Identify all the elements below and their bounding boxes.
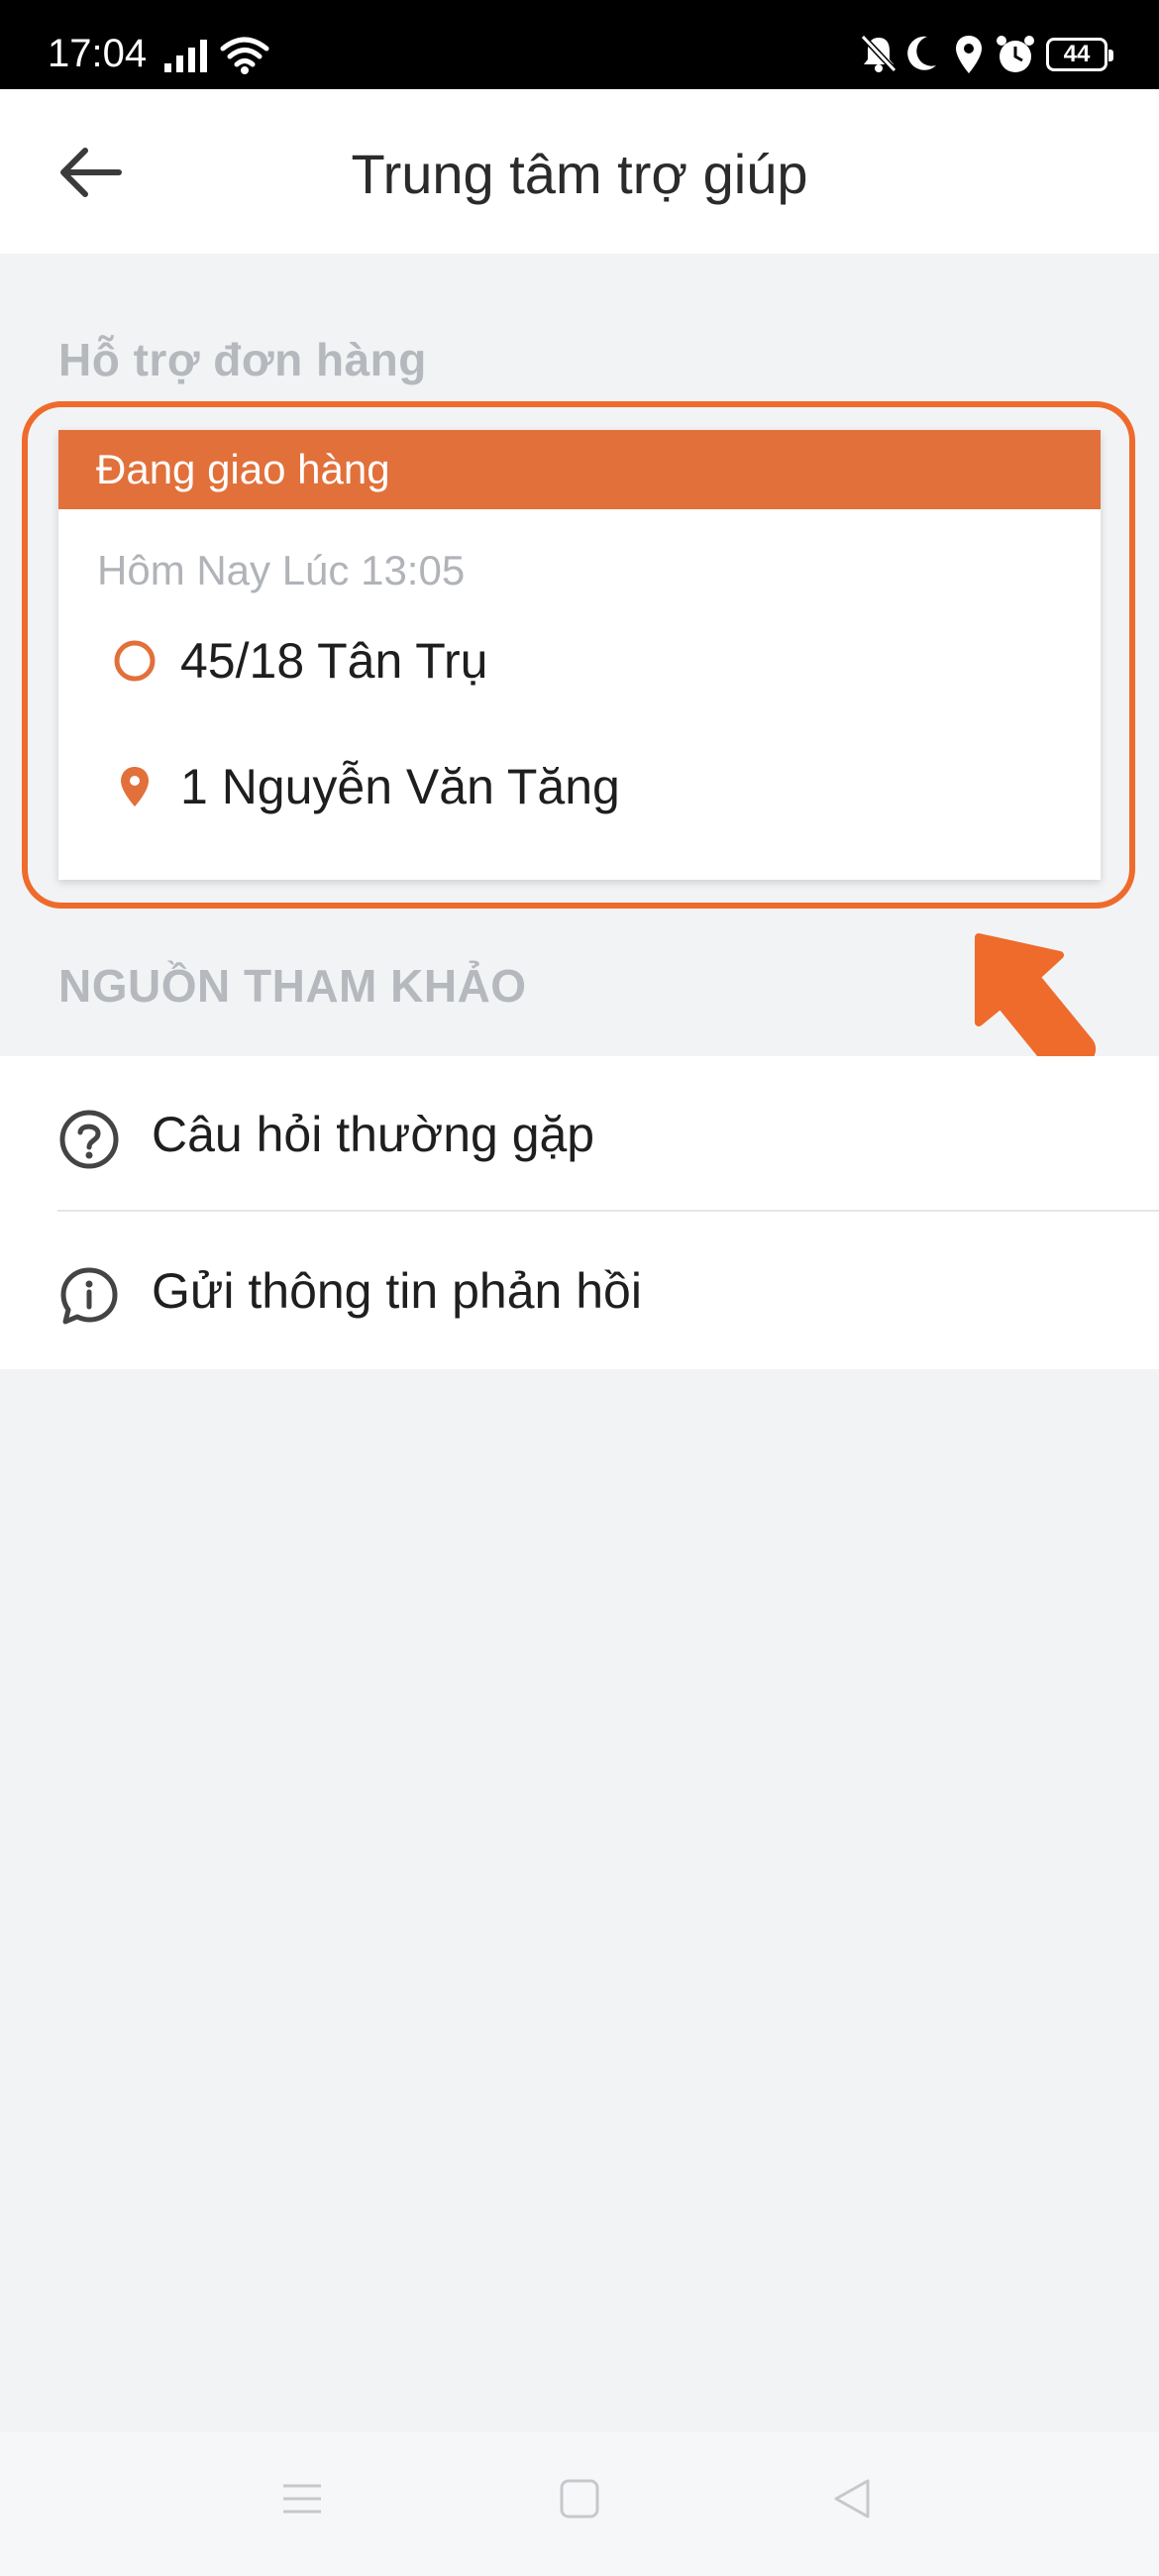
divider: [57, 1210, 1159, 1212]
order-time: Hôm Nay Lúc 13:05: [97, 547, 466, 593]
home-icon[interactable]: [557, 2476, 602, 2522]
list-item-label: Câu hỏi thường gặp: [152, 1107, 595, 1162]
alarm-icon: [997, 36, 1034, 72]
order-support-section-title: Hỗ trợ đơn hàng: [58, 334, 427, 385]
menu-icon[interactable]: [279, 2476, 325, 2522]
location-pin-icon: [113, 762, 157, 811]
references-list: Câu hỏi thường gặp Gửi thông tin phản hồ…: [0, 1056, 1159, 1369]
list-item-label: Gửi thông tin phản hồi: [152, 1263, 642, 1319]
dropoff-row: 1 Nguyễn Văn Tăng: [113, 757, 620, 816]
origin-circle-icon: [113, 636, 157, 686]
mute-icon: [860, 34, 897, 73]
wifi-icon: [220, 37, 269, 74]
system-nav-bar: [0, 2432, 1159, 2576]
list-item-faq[interactable]: Câu hỏi thường gặp: [0, 1056, 1159, 1213]
location-icon: [956, 36, 982, 73]
question-circle-icon: [57, 1108, 121, 1176]
order-card[interactable]: Đang giao hàng Hôm Nay Lúc 13:05 45/18 T…: [58, 430, 1101, 880]
list-item-feedback[interactable]: Gửi thông tin phản hồi: [0, 1213, 1159, 1369]
references-section-title: NGUỒN THAM KHẢO: [58, 960, 527, 1012]
app-header: Trung tâm trợ giúp: [0, 89, 1159, 254]
status-bar: 17:04 44: [0, 0, 1159, 89]
page-title: Trung tâm trợ giúp: [351, 143, 808, 205]
signal-icon: [164, 40, 207, 72]
info-bubble-icon: [57, 1264, 121, 1333]
status-time: 17:04: [48, 32, 148, 75]
order-status: Đang giao hàng: [58, 430, 1101, 509]
dropoff-address: 1 Nguyễn Văn Tăng: [180, 759, 620, 814]
moon-icon: [907, 36, 936, 70]
back-triangle-icon[interactable]: [830, 2476, 876, 2522]
pickup-address: 45/18 Tân Trụ: [180, 633, 488, 689]
pickup-row: 45/18 Tân Trụ: [113, 631, 487, 691]
battery-icon: 44: [1046, 38, 1113, 71]
